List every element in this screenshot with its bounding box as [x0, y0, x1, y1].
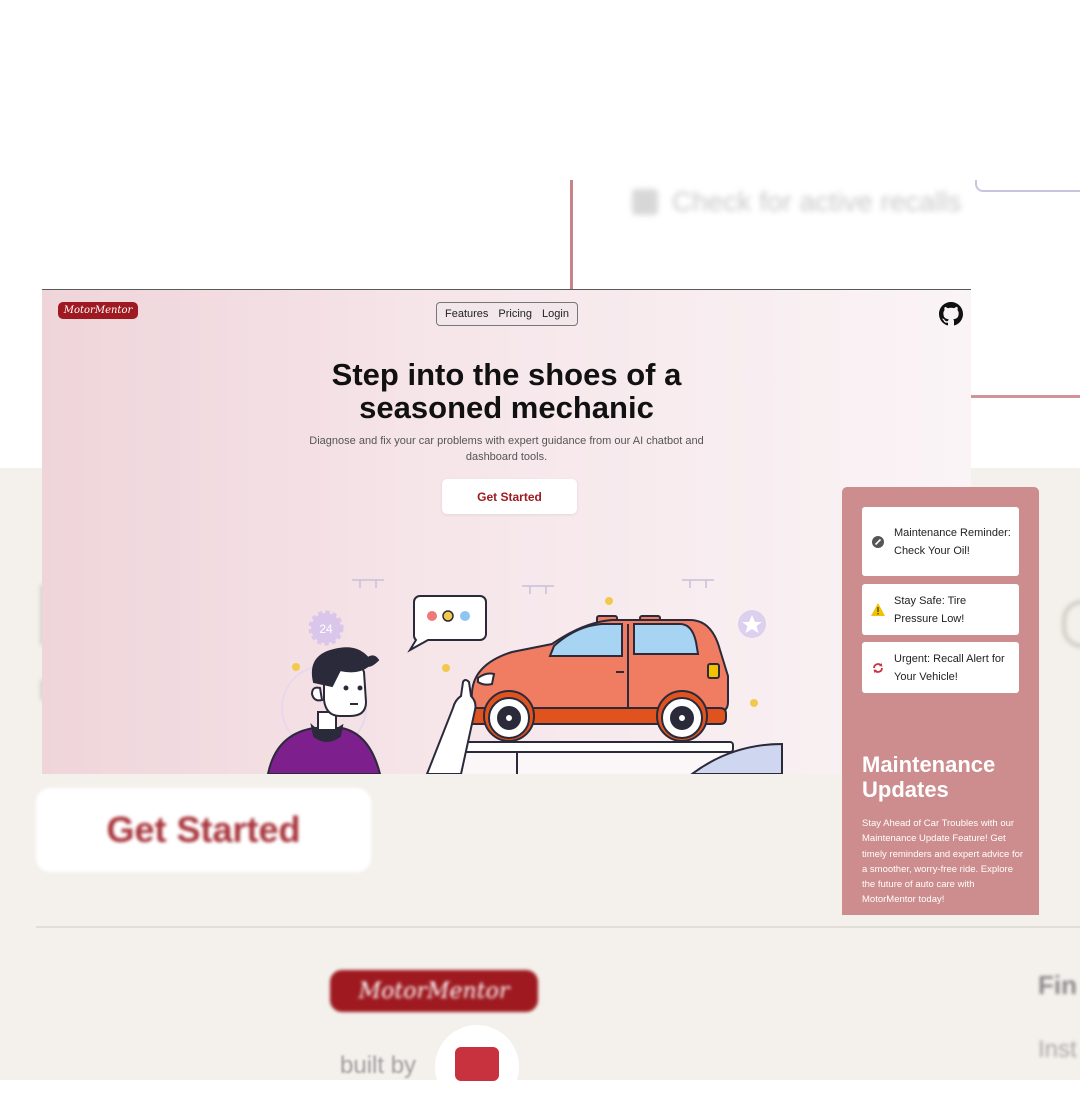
car-lift: [454, 741, 734, 774]
hero-subtitle-line: dashboard tools.: [465, 451, 548, 463]
shelf-decorations: [352, 579, 714, 594]
speech-bubble-icon: [407, 595, 487, 653]
hero-subtitle-line: Diagnose and fix your car problems with …: [309, 435, 704, 447]
nav-login[interactable]: Login: [542, 308, 569, 320]
hero-title: Step into the shoes of a seasoned mechan…: [42, 358, 971, 424]
hero-subtitle: Diagnose and fix your car problems with …: [42, 433, 971, 465]
nav-pricing[interactable]: Pricing: [498, 308, 532, 320]
background-footer-link[interactable]: Inst: [1038, 1036, 1077, 1064]
motormentor-logo[interactable]: MotorMentor: [58, 302, 138, 319]
background-footer-divider: [36, 926, 1080, 928]
background-recall-item: Check for active recalls: [632, 186, 961, 218]
wrench-icon: [862, 535, 894, 549]
get-started-button[interactable]: Get Started: [442, 479, 577, 514]
background-divider-line: [970, 395, 1080, 398]
nav-features[interactable]: Features: [445, 308, 488, 320]
hero-screenshot-card: 24 MotorMentor Features Pricing Login St…: [42, 289, 971, 774]
notification-card-tire[interactable]: Stay Safe: Tire Pressure Low!: [862, 584, 1019, 635]
notification-text: Maintenance Reminder: Check Your Oil!: [894, 526, 1011, 557]
gear-badge-text: 24: [319, 622, 333, 636]
background-built-by-text: built by: [340, 1052, 417, 1079]
car-illustration: [461, 615, 729, 742]
hero-title-line: seasoned mechanic: [359, 390, 654, 425]
github-icon[interactable]: [939, 302, 963, 326]
star-icon: [738, 610, 766, 638]
background-footer-logo: MotorMentor: [330, 970, 538, 1012]
notification-text: Urgent: Recall Alert for Your Vehicle!: [894, 652, 1005, 683]
notification-text: Stay Safe: Tire Pressure Low!: [894, 594, 967, 625]
gear-icon: 24: [308, 610, 344, 646]
background-recall-text: Check for active recalls: [672, 186, 962, 217]
warning-icon: [862, 603, 894, 616]
background-timeline-line: [570, 180, 573, 290]
panel-title: Maintenance Updates: [862, 752, 996, 802]
builder-logo-icon: [455, 1047, 499, 1081]
maintenance-updates-panel: Maintenance Reminder: Check Your Oil! St…: [842, 487, 1039, 915]
recall-icon: [862, 661, 894, 675]
notification-card-oil[interactable]: Maintenance Reminder: Check Your Oil!: [862, 507, 1019, 576]
background-get-started-button[interactable]: Get Started: [36, 788, 371, 872]
notification-card-recall[interactable]: Urgent: Recall Alert for Your Vehicle!: [862, 642, 1019, 693]
hero-title-line: Step into the shoes of a: [331, 357, 682, 392]
background-builder-badge[interactable]: [435, 1025, 519, 1109]
panel-description: Stay Ahead of Car Troubles with our Main…: [862, 818, 1024, 906]
background-footer-heading: Fin: [1038, 970, 1077, 1000]
background-card-corner: [975, 180, 1080, 192]
pencil-icon: [632, 189, 658, 215]
top-navigation: Features Pricing Login: [436, 302, 578, 326]
